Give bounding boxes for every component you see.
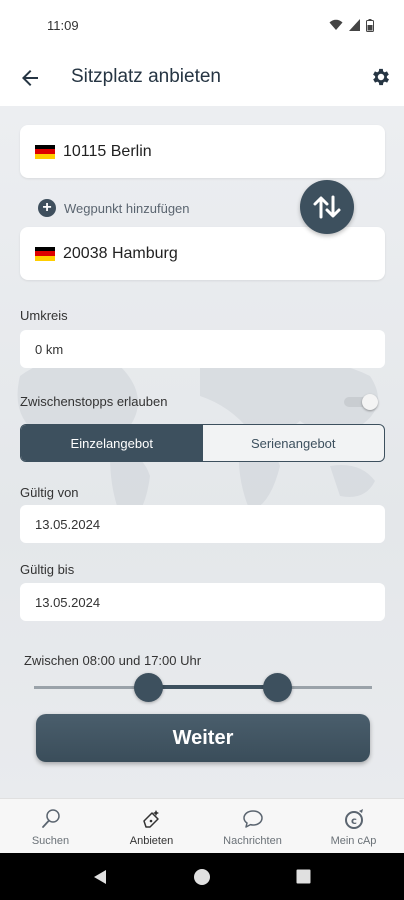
offer-type-selector: Einzelangebot Serienangebot xyxy=(20,424,385,462)
offer-icon xyxy=(142,810,159,828)
destination-field[interactable]: 20038 Hamburg xyxy=(20,227,385,280)
chat-icon xyxy=(242,810,263,828)
nav-label: Mein cAp xyxy=(330,835,377,847)
valid-from-label: Gültig von xyxy=(20,485,79,500)
main-content: 10115 Berlin + Wegpunkt hinzufügen 20038… xyxy=(0,106,404,798)
status-time: 11:09 xyxy=(47,17,79,33)
swap-vertical-icon xyxy=(313,195,341,219)
radius-label: Umkreis xyxy=(20,308,68,323)
slider-end-handle[interactable] xyxy=(262,673,292,702)
profile-icon: c xyxy=(344,809,363,829)
time-range-label: Zwischen 08:00 und 17:00 Uhr xyxy=(24,653,202,668)
back-arrow-icon[interactable] xyxy=(18,66,42,90)
add-waypoint-button[interactable]: + Wegpunkt hinzufügen xyxy=(38,199,190,217)
svg-text:c: c xyxy=(351,816,357,827)
nav-item-search[interactable]: Suchen xyxy=(0,799,101,853)
tab-single-offer[interactable]: Einzelangebot xyxy=(21,425,203,461)
status-icons xyxy=(329,18,374,32)
nav-item-messages[interactable]: Nachrichten xyxy=(202,799,303,853)
app-bar: Sitzplatz anbieten xyxy=(0,50,404,106)
plus-circle-icon: + xyxy=(38,199,56,217)
valid-from-input[interactable]: 13.05.2024 xyxy=(20,505,385,543)
time-range-slider xyxy=(34,672,372,702)
search-icon xyxy=(41,809,60,828)
destination-value: 20038 Hamburg xyxy=(63,244,178,262)
system-back-icon[interactable] xyxy=(92,869,108,885)
nav-label: Nachrichten xyxy=(223,835,282,847)
bottom-navigation: Suchen Anbieten Nachrichten c Mein cAp xyxy=(0,798,404,853)
system-recents-icon[interactable] xyxy=(296,869,311,884)
slider-range xyxy=(148,685,278,689)
germany-flag-icon xyxy=(35,144,55,159)
origin-value: 10115 Berlin xyxy=(63,142,152,160)
nav-item-offer[interactable]: Anbieten xyxy=(101,799,202,853)
gear-icon[interactable] xyxy=(370,66,392,88)
status-bar: 11:09 xyxy=(0,0,404,50)
valid-to-label: Gültig bis xyxy=(20,562,75,577)
add-waypoint-label: Wegpunkt hinzufügen xyxy=(64,200,190,216)
nav-label: Suchen xyxy=(31,835,70,847)
valid-to-input[interactable]: 13.05.2024 xyxy=(20,583,385,621)
germany-flag-icon xyxy=(35,246,55,261)
nav-label: Anbieten xyxy=(129,835,174,847)
battery-icon xyxy=(366,18,374,32)
wifi-icon xyxy=(329,19,343,30)
radius-input[interactable]: 0 km xyxy=(20,330,385,368)
origin-field[interactable]: 10115 Berlin xyxy=(20,125,385,178)
nav-item-profile[interactable]: c Mein cAp xyxy=(303,799,404,853)
stops-toggle[interactable] xyxy=(340,394,378,410)
swap-route-button[interactable] xyxy=(300,180,354,234)
system-home-icon[interactable] xyxy=(193,868,211,886)
page-title: Sitzplatz anbieten xyxy=(71,66,221,87)
system-navigation-bar xyxy=(0,853,404,900)
tab-series-offer[interactable]: Serienangebot xyxy=(203,425,385,461)
signal-icon xyxy=(349,19,360,31)
next-button[interactable]: Weiter xyxy=(36,714,370,762)
stops-label: Zwischenstopps erlauben xyxy=(20,394,168,409)
slider-start-handle[interactable] xyxy=(134,673,164,702)
